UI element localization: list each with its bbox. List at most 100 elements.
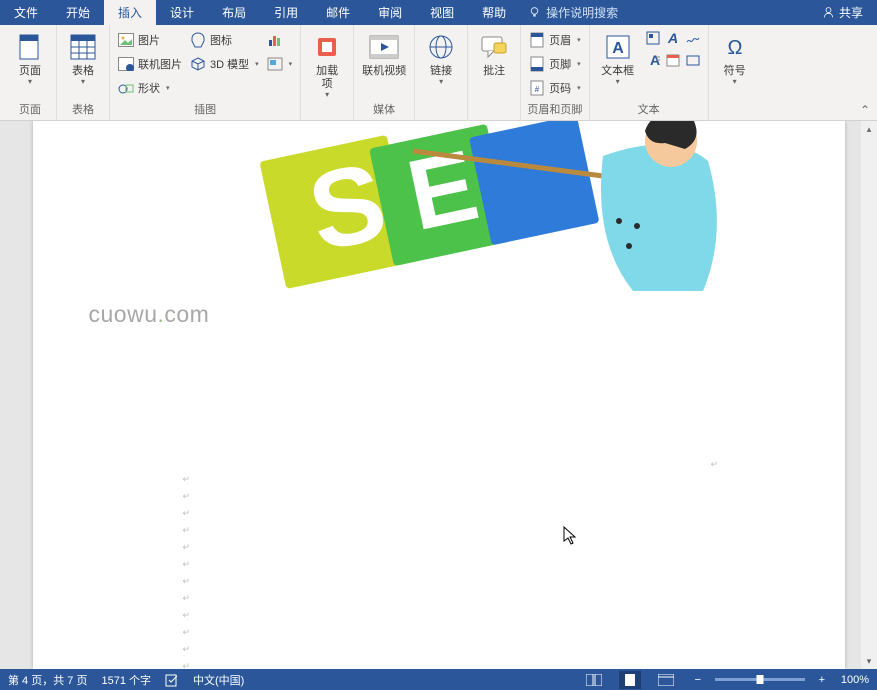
pages-button[interactable]: 页面 ▾ — [10, 27, 50, 86]
read-mode-button[interactable] — [583, 671, 605, 689]
page-info[interactable]: 第 4 页，共 7 页 — [8, 672, 87, 688]
object-button[interactable] — [684, 51, 702, 69]
mouse-cursor — [563, 526, 579, 551]
scroll-up-button[interactable]: ▴ — [861, 121, 877, 137]
textbox-button[interactable]: A 文本框 ▾ — [596, 27, 640, 86]
web-icon — [658, 674, 674, 686]
picture-icon — [118, 33, 134, 47]
shapes-icon — [118, 81, 134, 95]
footer-button[interactable]: 页脚▾ — [527, 53, 583, 75]
group-illustrations: 图片 联机图片 形状▾ 图标 3D 模型▾ ▾ 插图 — [110, 25, 301, 120]
dropcap-button[interactable]: A — [644, 51, 662, 69]
addins-icon — [314, 34, 340, 60]
group-text: A 文本框 ▾ A A 文本 — [590, 25, 709, 120]
group-pages: 页面 ▾ 页面 — [4, 25, 57, 120]
svg-text:A: A — [667, 30, 678, 46]
web-layout-button[interactable] — [655, 671, 677, 689]
signature-button[interactable] — [684, 29, 702, 47]
share-button[interactable]: 共享 — [808, 0, 877, 25]
zoom-level[interactable]: 100% — [841, 674, 869, 686]
group-symbols: Ω 符号 ▾ — [709, 25, 761, 120]
group-media: 联机视频 媒体 — [354, 25, 415, 120]
addins-button[interactable]: 加载 项 ▾ — [307, 27, 347, 99]
group-addins: 加载 项 ▾ — [301, 25, 354, 120]
parts-icon — [645, 30, 661, 46]
screenshot-icon — [267, 57, 283, 71]
zoom-slider[interactable] — [715, 678, 805, 681]
tab-home[interactable]: 开始 — [52, 0, 104, 25]
table-icon — [70, 34, 96, 60]
group-tables: 表格 ▾ 表格 — [57, 25, 110, 120]
online-picture-button[interactable]: 联机图片 — [116, 53, 184, 75]
word-count[interactable]: 1571 个字 — [101, 672, 151, 688]
scroll-track[interactable] — [861, 137, 877, 653]
share-label: 共享 — [839, 4, 863, 21]
tab-references[interactable]: 引用 — [260, 0, 312, 25]
pagenum-button[interactable]: #页码▾ — [527, 77, 583, 99]
print-layout-button[interactable] — [619, 671, 641, 689]
header-button[interactable]: 页眉▾ — [527, 29, 583, 51]
quick-parts-button[interactable] — [644, 29, 662, 47]
group-header-footer: 页眉▾ 页脚▾ #页码▾ 页眉和页脚 — [521, 25, 590, 120]
read-icon — [586, 674, 602, 686]
document-page[interactable]: S E cuowu.com ↵ — [33, 121, 845, 669]
tab-design[interactable]: 设计 — [156, 0, 208, 25]
icons-icon — [190, 32, 206, 48]
date-icon — [665, 52, 681, 68]
tab-review[interactable]: 审阅 — [364, 0, 416, 25]
screenshot-button[interactable]: ▾ — [265, 53, 295, 75]
header-icon — [530, 32, 544, 48]
tab-insert[interactable]: 插入 — [104, 0, 156, 25]
tab-help[interactable]: 帮助 — [468, 0, 520, 25]
cube-icon — [190, 56, 206, 72]
svg-text:A: A — [612, 40, 624, 57]
chart-button[interactable] — [265, 29, 295, 51]
date-button[interactable] — [664, 51, 682, 69]
ribbon-insert: 页面 ▾ 页面 表格 ▾ 表格 图片 联机图片 形状▾ 图标 3D 模型▾ — [0, 25, 877, 121]
tab-layout[interactable]: 布局 — [208, 0, 260, 25]
paragraph-marks — [183, 471, 191, 669]
vertical-scrollbar[interactable]: ▴ ▾ — [861, 121, 877, 669]
scroll-down-button[interactable]: ▾ — [861, 653, 877, 669]
tab-view[interactable]: 视图 — [416, 0, 468, 25]
icons-button[interactable]: 图标 — [188, 29, 261, 51]
picture-button[interactable]: 图片 — [116, 29, 184, 51]
online-video-button[interactable]: 联机视频 — [360, 27, 408, 78]
document-area: S E cuowu.com ↵ ▴ ▾ — [0, 121, 877, 669]
table-button[interactable]: 表格 ▾ — [63, 27, 103, 86]
tell-me-search[interactable]: 操作说明搜索 — [520, 0, 626, 25]
textbox-icon: A — [605, 34, 631, 60]
svg-text:Ω: Ω — [727, 37, 742, 59]
group-comments: 批注 — [468, 25, 521, 120]
omega-icon: Ω — [723, 35, 747, 59]
zoom-control: − + 100% — [691, 674, 869, 686]
tell-me-label: 操作说明搜索 — [546, 4, 618, 21]
comment-icon — [480, 35, 508, 59]
proofing-icon — [165, 673, 179, 687]
zoom-in-button[interactable]: + — [815, 674, 829, 686]
shapes-button[interactable]: 形状▾ — [116, 77, 184, 99]
tab-mailings[interactable]: 邮件 — [312, 0, 364, 25]
menubar: 文件 开始 插入 设计 布局 引用 邮件 审阅 视图 帮助 操作说明搜索 共享 — [0, 0, 877, 25]
lightbulb-icon — [528, 6, 541, 19]
symbols-button[interactable]: Ω 符号 ▾ — [715, 27, 755, 86]
wordart-button[interactable]: A — [664, 29, 682, 47]
online-picture-icon — [118, 57, 134, 71]
tab-file[interactable]: 文件 — [0, 0, 52, 25]
svg-text:#: # — [535, 85, 540, 94]
language-button[interactable]: 中文(中国) — [193, 672, 244, 688]
object-icon — [685, 52, 701, 68]
zoom-out-button[interactable]: − — [691, 674, 705, 686]
links-button[interactable]: 链接 ▾ — [421, 27, 461, 86]
pagenum-icon: # — [530, 80, 544, 96]
3d-model-button[interactable]: 3D 模型▾ — [188, 53, 261, 75]
watermark-text: cuowu.com — [89, 301, 210, 328]
video-icon — [369, 35, 399, 59]
person-icon — [822, 6, 835, 19]
proofing-button[interactable] — [165, 673, 179, 687]
chart-icon — [267, 33, 283, 47]
print-layout-icon — [623, 673, 637, 687]
comment-button[interactable]: 批注 — [474, 27, 514, 78]
group-links: 链接 ▾ — [415, 25, 468, 120]
collapse-ribbon-button[interactable]: ⌃ — [857, 102, 873, 118]
